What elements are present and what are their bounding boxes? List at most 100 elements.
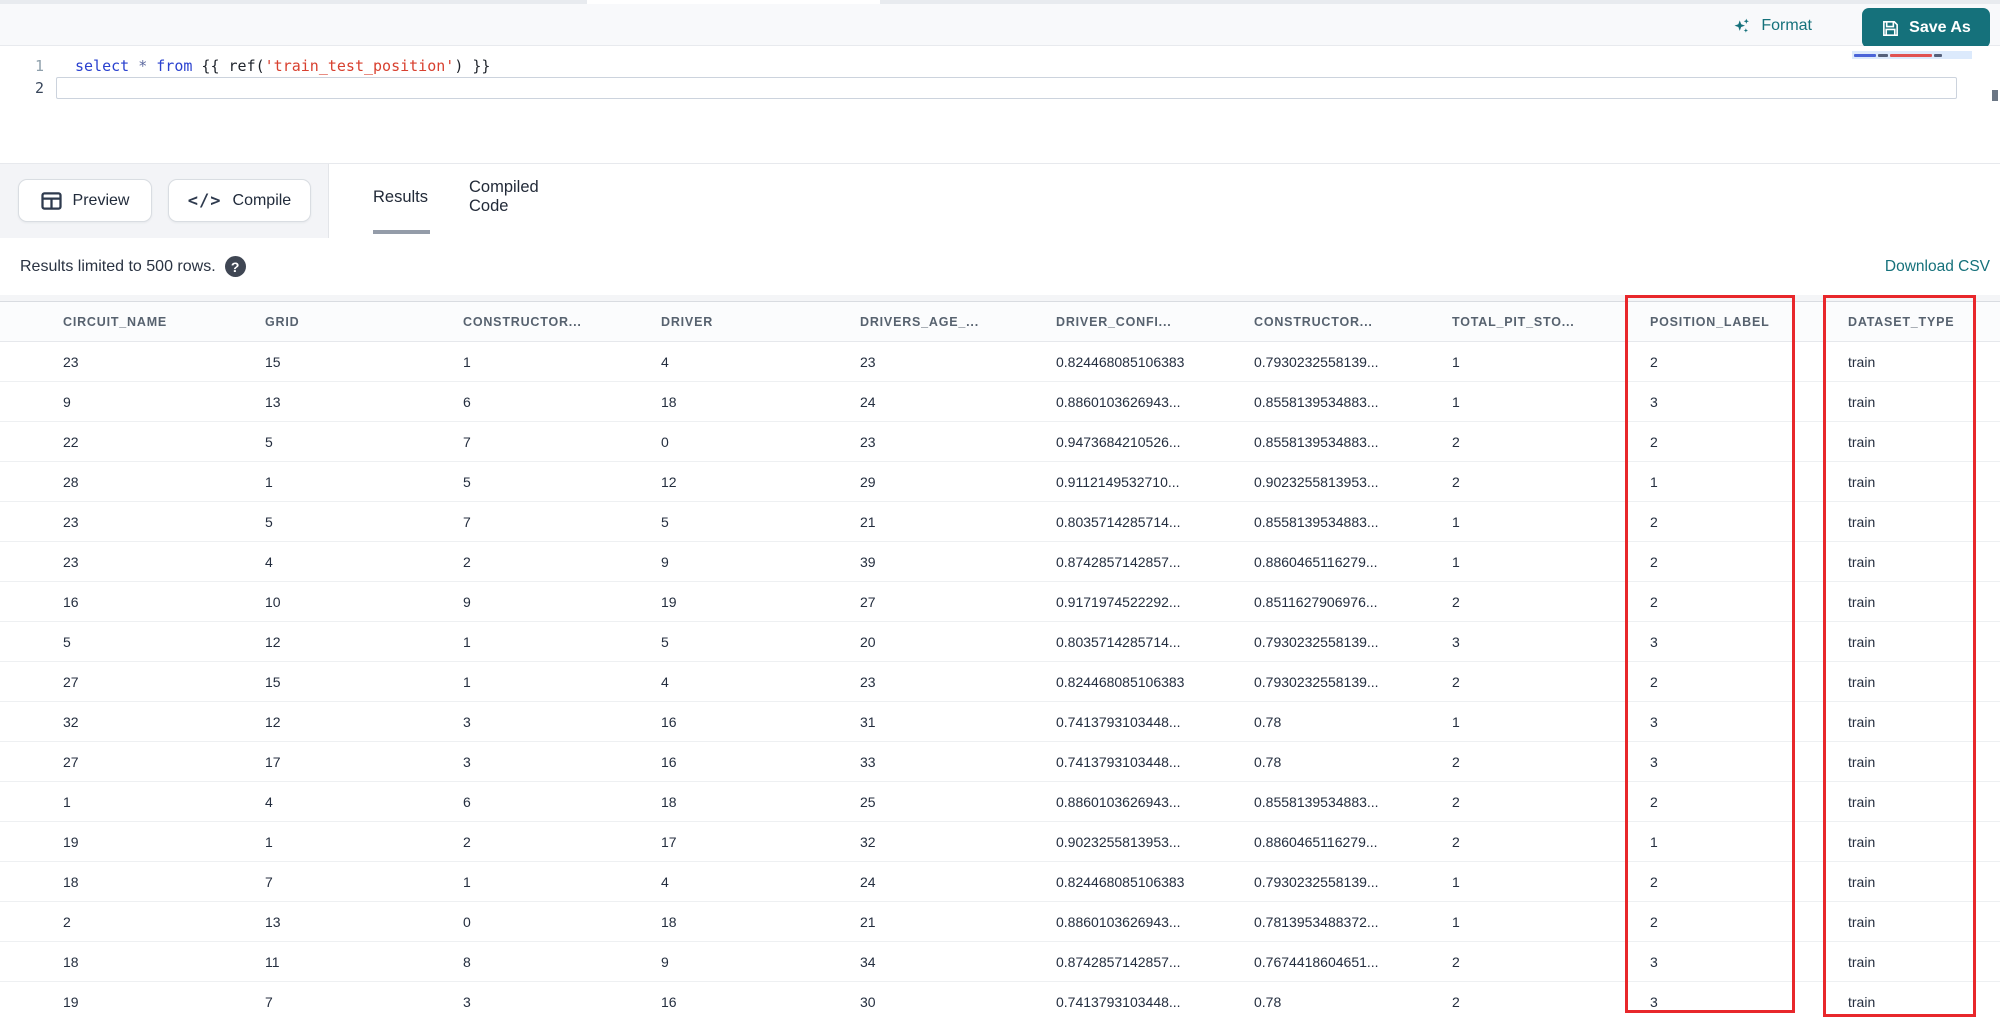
table-cell: 0.9112149532710... bbox=[1056, 473, 1180, 490]
tab-compiled-code[interactable]: Compiled Code bbox=[469, 164, 539, 230]
table-cell: 3 bbox=[463, 993, 471, 1010]
table-cell: train bbox=[1848, 913, 1876, 930]
editor-scrollbar-thumb[interactable] bbox=[1992, 90, 1998, 101]
table-cell: 0.7413793103448... bbox=[1056, 713, 1181, 730]
table-cell: 4 bbox=[661, 873, 669, 890]
table-cell: 2 bbox=[1452, 593, 1460, 610]
code-line[interactable]: 1 select * from {{ ref('train_test_positi… bbox=[0, 55, 2000, 77]
table-cell: 27 bbox=[63, 673, 79, 690]
table-cell: 8 bbox=[463, 953, 471, 970]
table-row[interactable]: 19 1 2 17 32 0.9023255813953... 0.886046511627… bbox=[0, 822, 2000, 862]
table-cell: 21 bbox=[860, 913, 876, 930]
table-cell: 2 bbox=[463, 553, 471, 570]
results-limit-note: Results limited to 500 rows. ? bbox=[20, 238, 246, 295]
table-cell: 23 bbox=[860, 673, 876, 690]
save-as-button[interactable]: Save As bbox=[1862, 8, 1990, 48]
table-cell: 2 bbox=[1650, 873, 1658, 890]
table-cell: 0.824468085106383 bbox=[1056, 673, 1185, 690]
table-cell: 2 bbox=[1650, 553, 1658, 570]
table-cell: 0.78 bbox=[1254, 993, 1282, 1010]
table-cell: 18 bbox=[661, 793, 677, 810]
editor-minimap[interactable] bbox=[1852, 51, 1972, 59]
table-cell: 3 bbox=[1650, 753, 1658, 770]
table-cell: 0.7413793103448... bbox=[1056, 753, 1181, 770]
table-cell: 3 bbox=[1650, 633, 1658, 650]
table-cell: 19 bbox=[63, 833, 79, 850]
results-info-row: Results limited to 500 rows. ? Download … bbox=[0, 238, 2000, 295]
compile-label: Compile bbox=[232, 191, 292, 209]
table-cell: 2 bbox=[1650, 513, 1658, 530]
table-cell: 0.9023255813953... bbox=[1254, 473, 1379, 490]
table-row[interactable]: 23 4 2 9 39 0.8742857142857... 0.8860465116279… bbox=[0, 542, 2000, 582]
table-cell: train bbox=[1848, 793, 1876, 810]
table-row[interactable]: 32 12 3 16 31 0.7413793103448... 0.78 1 3 train bbox=[0, 702, 2000, 742]
table-cell: 16 bbox=[63, 593, 79, 610]
table-cell: 1 bbox=[1650, 473, 1658, 490]
table-cell: 2 bbox=[1452, 833, 1460, 850]
code-line[interactable]: 2 bbox=[0, 77, 2000, 99]
table-cell: 1 bbox=[463, 633, 471, 650]
column-header[interactable]: DRIVERS_AGE_... bbox=[860, 315, 1056, 329]
table-row[interactable]: 23 15 1 4 23 0.824468085106383 0.7930232558139… bbox=[0, 342, 2000, 382]
table-cell: 12 bbox=[265, 633, 281, 650]
column-header[interactable]: DRIVER_CONFI... bbox=[1056, 315, 1254, 329]
tab-results[interactable]: Results bbox=[373, 164, 428, 230]
table-cell: train bbox=[1848, 633, 1876, 650]
table-row[interactable]: 19 7 3 16 30 0.7413793103448... 0.78 2 3 train bbox=[0, 982, 2000, 1020]
table-cell: 5 bbox=[661, 513, 669, 530]
table-cell: 5 bbox=[265, 433, 273, 450]
table-cell: train bbox=[1848, 473, 1876, 490]
column-header[interactable]: CONSTRUCTOR... bbox=[463, 315, 661, 329]
line-number: 1 bbox=[34, 57, 44, 75]
table-cell: 17 bbox=[265, 753, 281, 770]
table-cell: 9 bbox=[63, 393, 71, 410]
table-header-row: CIRCUIT_NAME GRID CONSTRUCTOR... DRIVER DRIV… bbox=[0, 302, 2000, 342]
compile-button[interactable]: </> Compile bbox=[168, 179, 311, 222]
table-row[interactable]: 23 5 7 5 21 0.8035714285714... 0.8558139534883… bbox=[0, 502, 2000, 542]
table-cell: 21 bbox=[860, 513, 876, 530]
table-row[interactable]: 2 13 0 18 21 0.8860103626943... 0.781395348837… bbox=[0, 902, 2000, 942]
table-cell: 0.7930232558139... bbox=[1254, 873, 1379, 890]
table-row[interactable]: 22 5 7 0 23 0.9473684210526... 0.8558139534883… bbox=[0, 422, 2000, 462]
table-row[interactable]: 5 12 1 5 20 0.8035714285714... 0.7930232558139… bbox=[0, 622, 2000, 662]
table-cell: 1 bbox=[1452, 873, 1460, 890]
column-header[interactable]: DATASET_TYPE bbox=[1848, 315, 2000, 329]
preview-button[interactable]: Preview bbox=[18, 179, 152, 222]
column-header[interactable]: DRIVER bbox=[661, 315, 860, 329]
table-cell: 1 bbox=[463, 673, 471, 690]
table-row[interactable]: 16 10 9 19 27 0.9171974522292... 0.85116279069… bbox=[0, 582, 2000, 622]
table-row[interactable]: 27 17 3 16 33 0.7413793103448... 0.78 2 3 train bbox=[0, 742, 2000, 782]
help-icon[interactable]: ? bbox=[224, 256, 246, 277]
table-cell: 24 bbox=[860, 873, 876, 890]
table-cell: 29 bbox=[860, 473, 876, 490]
table-row[interactable]: 18 7 1 4 24 0.824468085106383 0.7930232558139.… bbox=[0, 862, 2000, 902]
table-cell: 2 bbox=[1452, 673, 1460, 690]
table-row[interactable]: 1 4 6 18 25 0.8860103626943... 0.8558139534883… bbox=[0, 782, 2000, 822]
sql-editor[interactable]: 1 select * from {{ ref('train_test_positi… bbox=[0, 46, 2000, 164]
table-cell: 0.7813953488372... bbox=[1254, 913, 1379, 930]
table-row[interactable]: 9 13 6 18 24 0.8860103626943... 0.855813953488… bbox=[0, 382, 2000, 422]
table-cell: 0.9023255813953... bbox=[1056, 833, 1181, 850]
format-button[interactable]: Format bbox=[1731, 11, 1812, 41]
table-row[interactable]: 28 1 5 12 29 0.9112149532710... 0.902325581395… bbox=[0, 462, 2000, 502]
table-cell: 25 bbox=[860, 793, 876, 810]
table-cell: 0.8742857142857... bbox=[1056, 953, 1181, 970]
table-cell: train bbox=[1848, 553, 1876, 570]
table-cell: 0.8860465116279... bbox=[1254, 553, 1378, 570]
table-cell: 1 bbox=[63, 793, 71, 810]
table-cell: 0.78 bbox=[1254, 753, 1282, 770]
table-row[interactable]: 18 11 8 9 34 0.8742857142857... 0.767441860465… bbox=[0, 942, 2000, 982]
column-header[interactable]: POSITION_LABEL bbox=[1650, 315, 1848, 329]
download-csv-link[interactable]: Download CSV bbox=[1885, 238, 1990, 295]
column-header[interactable]: CIRCUIT_NAME bbox=[63, 315, 265, 329]
table-cell: 5 bbox=[661, 633, 669, 650]
column-header[interactable]: TOTAL_PIT_STO... bbox=[1452, 315, 1650, 329]
table-cell: 16 bbox=[661, 753, 677, 770]
column-header[interactable]: CONSTRUCTOR... bbox=[1254, 315, 1452, 329]
table-cell: 0.78 bbox=[1254, 713, 1282, 730]
table-cell: 3 bbox=[463, 753, 471, 770]
table-cell: 27 bbox=[860, 593, 876, 610]
table-cell: 2 bbox=[1650, 433, 1658, 450]
column-header[interactable]: GRID bbox=[265, 315, 463, 329]
table-row[interactable]: 27 15 1 4 23 0.824468085106383 0.7930232558139… bbox=[0, 662, 2000, 702]
